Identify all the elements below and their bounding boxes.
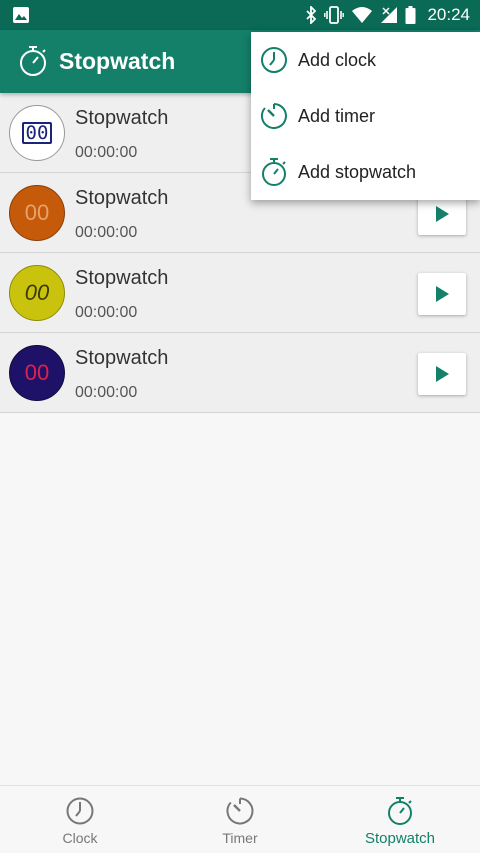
stopwatch-elapsed: 00:00:00 (75, 384, 138, 401)
nav-item-timer[interactable]: Timer (160, 786, 320, 853)
list-item[interactable]: 00 Stopwatch 00:00:00 (0, 333, 480, 413)
timer-icon (260, 103, 287, 129)
bottom-nav: Clock Timer Stopwatch (0, 785, 480, 853)
face-digits: 00 (24, 360, 50, 385)
stopwatch-name: Stopwatch (75, 347, 169, 369)
play-icon (436, 286, 449, 302)
image-icon (13, 7, 29, 23)
battery-icon (405, 6, 416, 24)
play-button[interactable] (418, 273, 466, 315)
list-item[interactable]: 00 Stopwatch 00:00:00 (0, 253, 480, 333)
play-icon (436, 206, 449, 222)
stopwatch-elapsed: 00:00:00 (75, 224, 138, 241)
stopwatch-icon (262, 158, 286, 186)
nav-item-stopwatch[interactable]: Stopwatch (320, 786, 480, 853)
status-bar: 20:24 (0, 0, 480, 30)
clock-icon (261, 47, 287, 73)
face-digits: 00 (24, 200, 50, 225)
face-digits: 00 (21, 122, 53, 144)
menu-item-label: Add stopwatch (298, 161, 417, 182)
play-button[interactable] (418, 353, 466, 395)
nav-label: Stopwatch (364, 830, 436, 847)
stopwatch-face-avatar[interactable]: 00 (9, 265, 65, 321)
stopwatch-name: Stopwatch (75, 267, 169, 289)
menu-item-label: Add timer (298, 105, 376, 126)
play-icon (436, 366, 449, 382)
status-time: 20:24 (427, 5, 470, 24)
stopwatch-icon (20, 46, 46, 76)
menu-item-label: Add clock (298, 49, 377, 70)
add-menu: Add clock Add timer Add stopwatch (251, 32, 480, 200)
wifi-icon (352, 7, 373, 23)
bluetooth-icon (306, 6, 317, 24)
timer-icon (226, 797, 254, 825)
menu-item-add-clock[interactable]: Add clock (251, 32, 480, 88)
stopwatch-name: Stopwatch (75, 107, 169, 129)
stopwatch-icon (388, 797, 412, 825)
stopwatch-face-avatar[interactable]: 00 (9, 345, 65, 401)
clock-icon (66, 797, 94, 825)
vibrate-icon (324, 6, 345, 24)
stopwatch-elapsed: 00:00:00 (75, 144, 138, 161)
nav-label: Timer (222, 830, 258, 846)
nav-label: Clock (62, 830, 98, 846)
face-digits: 00 (24, 280, 50, 305)
stopwatch-name: Stopwatch (75, 187, 169, 209)
signal-icon (381, 7, 398, 23)
page-title: Stopwatch (59, 48, 176, 74)
nav-item-clock[interactable]: Clock (0, 786, 160, 853)
stopwatch-elapsed: 00:00:00 (75, 304, 138, 321)
menu-item-add-stopwatch[interactable]: Add stopwatch (251, 144, 480, 200)
menu-item-add-timer[interactable]: Add timer (251, 88, 480, 144)
stopwatch-face-avatar[interactable]: 00 (9, 185, 65, 241)
stopwatch-face-avatar[interactable]: 00 (9, 105, 65, 161)
